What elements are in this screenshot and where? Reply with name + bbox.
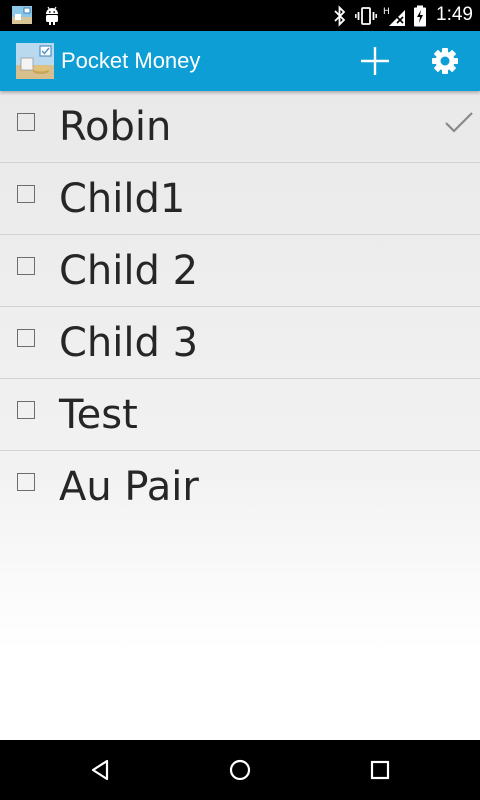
navigation-bar (0, 740, 480, 800)
battery-charging-icon (414, 5, 426, 27)
vibrate-icon (355, 7, 377, 25)
row-checkbox[interactable] (17, 113, 35, 131)
child-name: Au Pair (59, 464, 199, 510)
child-name: Child 2 (59, 248, 199, 294)
page-title: Pocket Money (61, 48, 201, 73)
back-button[interactable] (87, 756, 115, 784)
plus-icon (361, 47, 389, 75)
status-bar: H 1:49 (0, 0, 480, 31)
app-notification-icon (12, 6, 32, 24)
list-item[interactable]: Child 2 (0, 235, 480, 307)
child-name: Robin (59, 104, 172, 150)
child-name: Test (59, 392, 138, 438)
list-item[interactable]: Test (0, 379, 480, 451)
row-checkbox[interactable] (17, 185, 35, 203)
checkmark-icon (445, 112, 473, 133)
list-item[interactable]: Child 3 (0, 307, 480, 379)
children-list: Robin Child1 Child 2 Child 3 Test Au Pai… (0, 91, 480, 740)
row-checkbox[interactable] (17, 257, 35, 275)
svg-text:H: H (383, 7, 390, 17)
row-checkbox[interactable] (17, 473, 35, 491)
home-button[interactable] (226, 756, 254, 784)
app-logo-icon[interactable] (16, 43, 54, 79)
no-signal-icon: H (383, 7, 405, 26)
home-icon (229, 759, 251, 781)
row-checkbox[interactable] (17, 329, 35, 347)
gear-icon (432, 48, 458, 74)
bluetooth-icon (334, 5, 346, 27)
row-checkbox[interactable] (17, 401, 35, 419)
list-item[interactable]: Robin (0, 91, 480, 163)
list-item[interactable]: Child1 (0, 163, 480, 235)
child-name: Child1 (59, 176, 186, 222)
list-item[interactable]: Au Pair (0, 451, 480, 522)
status-time: 1:49 (436, 4, 473, 25)
android-debug-icon (46, 6, 58, 25)
add-child-button[interactable] (355, 41, 395, 81)
action-bar: Pocket Money (0, 31, 480, 91)
child-name: Child 3 (59, 320, 199, 366)
recents-icon (370, 760, 390, 780)
settings-button[interactable] (425, 41, 465, 81)
recents-button[interactable] (366, 756, 394, 784)
back-icon (91, 759, 109, 781)
